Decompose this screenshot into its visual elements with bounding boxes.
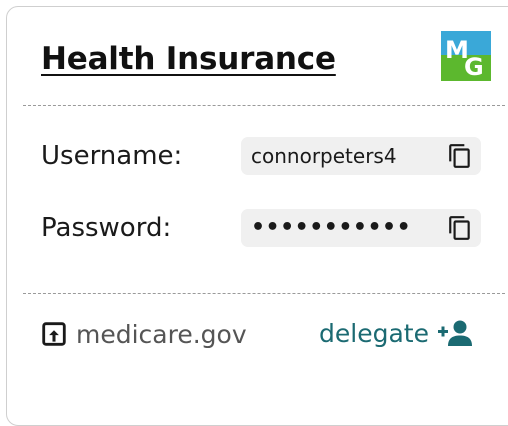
divider-bottom bbox=[23, 293, 505, 294]
password-value: ••••••••••• bbox=[251, 215, 412, 240]
open-in-new-icon bbox=[41, 321, 67, 347]
site-link-text: medicare.gov bbox=[76, 319, 247, 349]
username-label: Username: bbox=[41, 141, 183, 171]
svg-text:G: G bbox=[464, 53, 484, 81]
copy-password-icon[interactable] bbox=[447, 215, 473, 241]
site-link[interactable]: medicare.gov bbox=[41, 319, 247, 349]
password-field[interactable]: ••••••••••• bbox=[241, 209, 481, 247]
copy-username-icon[interactable] bbox=[447, 143, 473, 169]
delegate-label: delegate bbox=[319, 318, 429, 348]
divider-top bbox=[23, 105, 505, 106]
card-title[interactable]: Health Insurance bbox=[41, 41, 336, 77]
username-field[interactable]: connorpeters4 bbox=[241, 137, 481, 175]
add-person-icon bbox=[435, 318, 475, 348]
credential-card: Health Insurance M G Username: connorpet… bbox=[6, 6, 508, 426]
username-value: connorpeters4 bbox=[251, 144, 397, 168]
delegate-button[interactable]: delegate bbox=[319, 317, 475, 349]
password-label: Password: bbox=[41, 213, 172, 243]
mg-logo: M G bbox=[441, 31, 491, 81]
